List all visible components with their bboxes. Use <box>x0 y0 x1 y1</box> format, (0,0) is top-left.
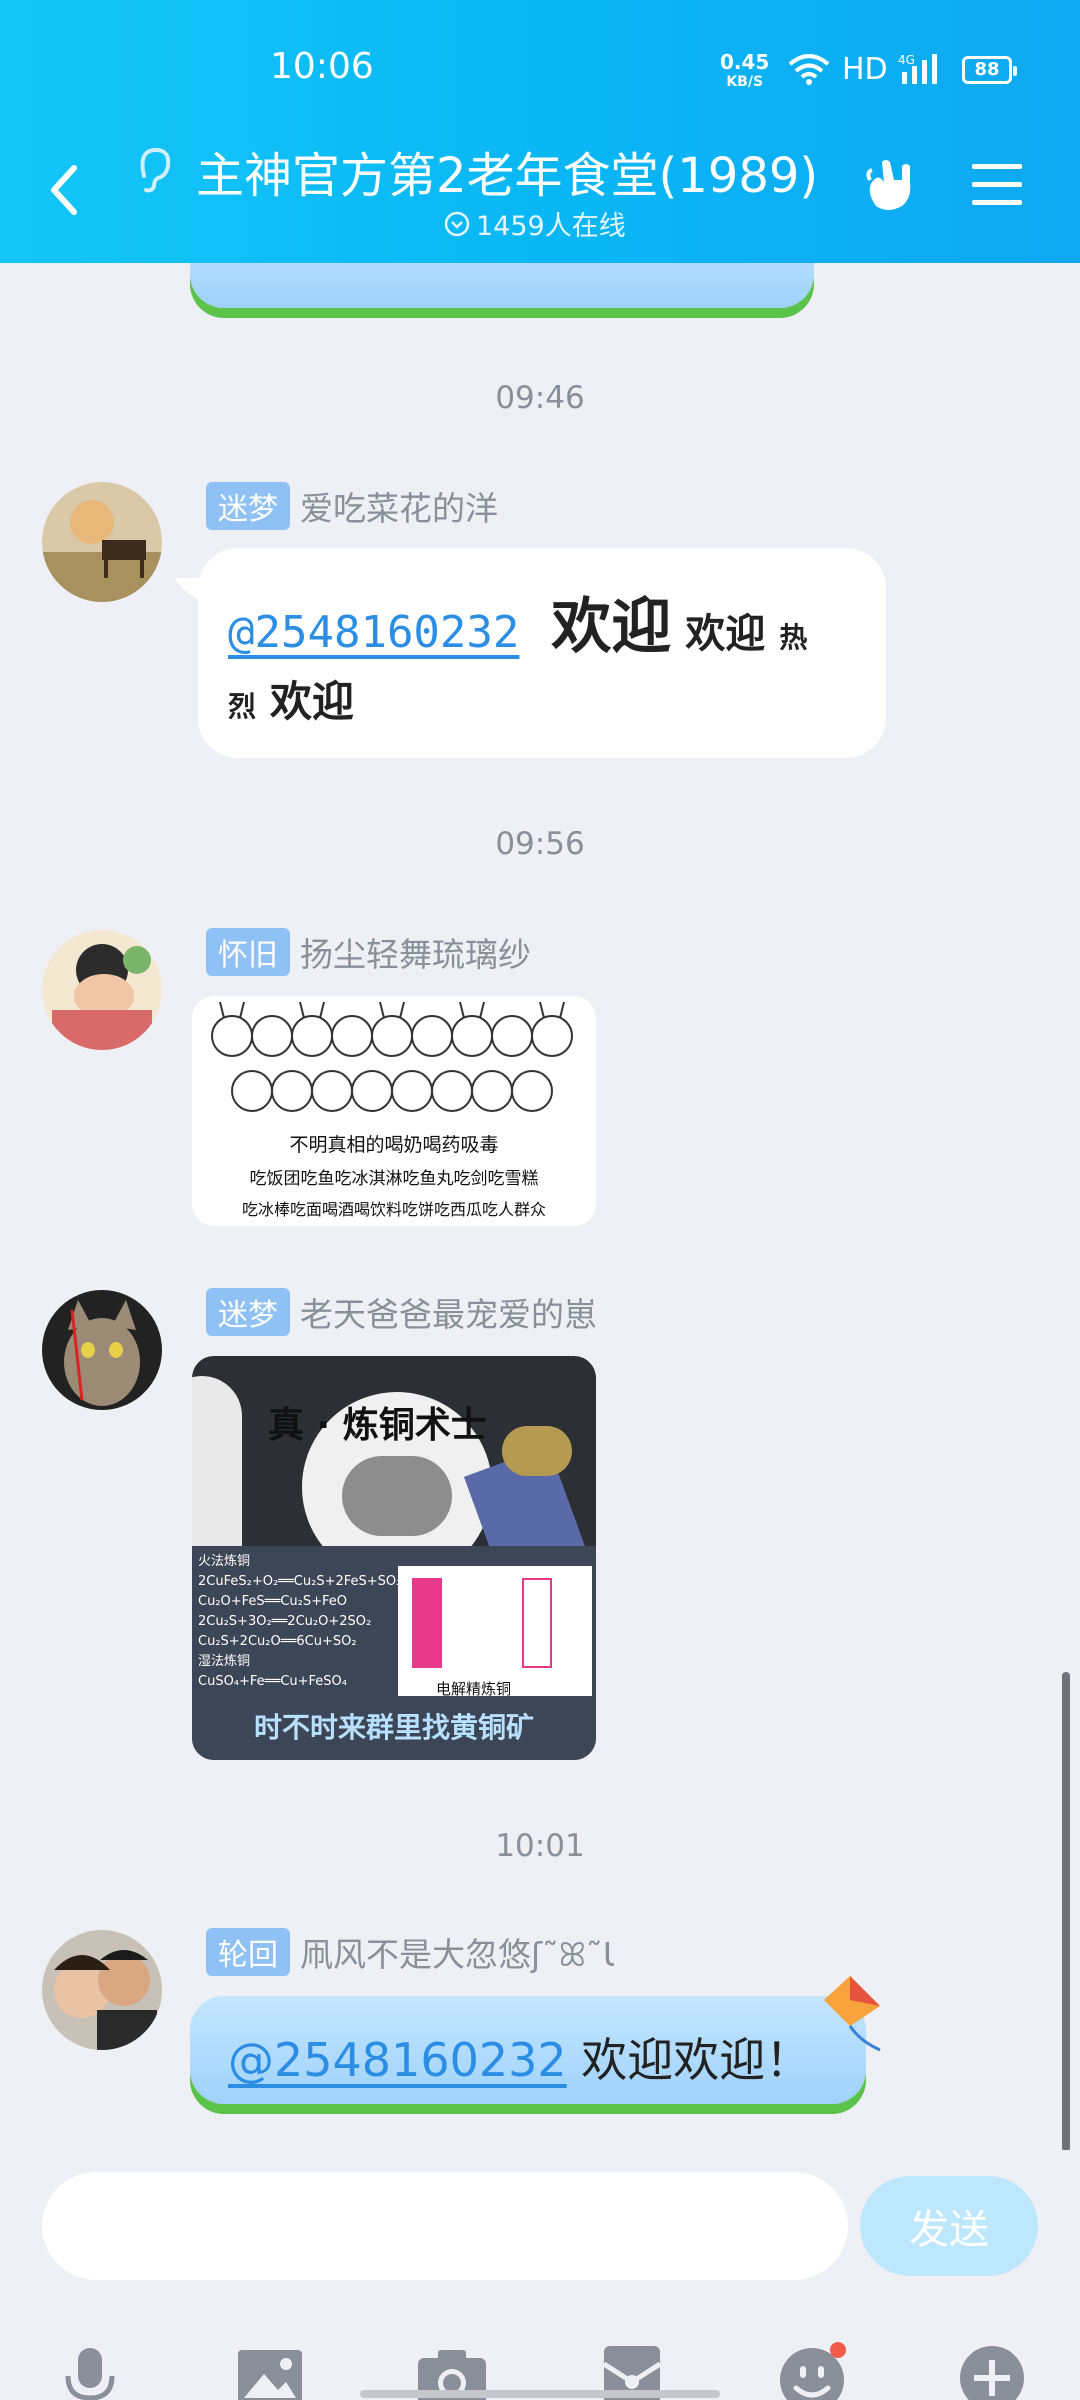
sender-nickname[interactable]: 凧风不是大忽悠ʃ˜ꕤ˜Ɩ <box>300 1928 614 1976</box>
formula-text: 2CuFeS₂+O₂══Cu₂S+2FeS+SO₂ <box>198 1574 402 1589</box>
sender-nickname[interactable]: 扬尘轻舞琉璃纱 <box>300 928 531 976</box>
formula-text: 2Cu₂S+3O₂══2Cu₂O+2SO₂ <box>198 1614 372 1629</box>
chat-header: 10:06 0.45 KB/S HD 4G 88 主神官方第2老年食堂(1989… <box>0 0 1080 263</box>
scrollbar[interactable] <box>1062 1672 1070 2152</box>
signal-icon: 4G <box>898 53 937 84</box>
avatar[interactable] <box>42 930 162 1050</box>
sticker-caption: 不明真相的喝奶喝药吸毒 <box>289 1134 499 1156</box>
hd-indicator: HD <box>842 52 888 87</box>
sender-nickname[interactable]: 爱吃菜花的洋 <box>300 482 498 530</box>
mention-link[interactable]: @2548160232 <box>228 2033 567 2087</box>
message-timestamp: 10:01 <box>495 1828 585 1864</box>
message-bubble[interactable]: @2548160232 欢迎欢迎！ <box>190 1996 866 2104</box>
network-speed-unit: KB/S <box>726 74 764 90</box>
member-title-badge: 迷梦 <box>206 1288 290 1336</box>
message-text: 欢迎 <box>551 592 672 662</box>
group-title[interactable]: 主神官方第2老年食堂(1989) <box>196 136 818 206</box>
online-count-text: 1459人在线 <box>476 211 626 242</box>
back-icon[interactable] <box>40 160 90 220</box>
message-timestamp: 09:46 <box>495 380 585 416</box>
formula-text: CuSO₄+Fe══Cu+FeSO₄ <box>198 1674 347 1689</box>
network-type: 4G <box>898 53 915 67</box>
message-input[interactable] <box>42 2172 848 2280</box>
online-count[interactable]: 1459人在线 <box>444 204 626 243</box>
member-title-badge: 轮回 <box>206 1928 290 1976</box>
formula-text: Cu₂O+FeS══Cu₂S+FeO <box>198 1594 347 1609</box>
status-bar: 10:06 0.45 KB/S HD 4G 88 <box>0 0 1080 140</box>
sender-nickname[interactable]: 老天爸爸最宠爱的崽 <box>300 1288 597 1336</box>
network-speed: 0.45 KB/S <box>720 52 769 92</box>
avatar[interactable] <box>42 482 162 602</box>
message-bubble[interactable]: @2548160232 欢迎 欢迎 热 烈 欢迎 <box>198 548 886 758</box>
meme-image[interactable]: 真 · 炼铜术士 火法炼铜 2CuFeS₂+O₂══Cu₂S+2FeS+SO₂ … <box>192 1356 596 1760</box>
emoji-icon[interactable] <box>772 2338 852 2400</box>
network-speed-value: 0.45 <box>720 50 770 74</box>
meme-caption: 时不时来群里找黄铜矿 <box>253 1711 534 1744</box>
wifi-icon <box>788 54 830 85</box>
ear-icon[interactable] <box>134 146 174 196</box>
avatar[interactable] <box>42 1290 162 1410</box>
meme-title: 真 · 炼铜术士 <box>268 1405 487 1446</box>
sticker-caption: 吃饭团吃鱼吃冰淇淋吃鱼丸吃剑吃雪糕 <box>249 1169 539 1189</box>
formula-text: 湿法炼铜 <box>198 1654 251 1669</box>
message-text: 欢迎 <box>270 677 355 726</box>
avatar[interactable] <box>42 1930 162 2050</box>
hand-gesture-icon[interactable] <box>858 152 922 216</box>
menu-icon[interactable] <box>970 160 1024 210</box>
member-title-badge: 迷梦 <box>206 482 290 530</box>
send-button[interactable]: 发送 <box>860 2176 1038 2276</box>
plus-icon[interactable] <box>952 2338 1032 2400</box>
input-area: 发送 <box>0 2150 1080 2400</box>
chevron-down-icon <box>444 211 470 236</box>
member-title-badge: 怀旧 <box>206 928 290 976</box>
formula-text: Cu₂S+2Cu₂O══6Cu+SO₂ <box>198 1634 357 1649</box>
formula-text: 火法炼铜 <box>198 1554 251 1569</box>
sticker-image[interactable]: 不明真相的喝奶喝药吸毒 吃饭团吃鱼吃冰淇淋吃鱼丸吃剑吃雪糕 吃冰棒吃面喝酒喝饮料… <box>192 996 596 1226</box>
message-text: 热 <box>779 621 808 654</box>
sticker-caption: 吃冰棒吃面喝酒喝饮料吃饼吃西瓜吃人群众 <box>241 1200 546 1219</box>
home-indicator[interactable] <box>360 2390 720 2398</box>
rabbit-crowd-illustration <box>211 1001 573 1112</box>
kite-icon <box>824 1976 881 2052</box>
status-time: 10:06 <box>270 46 374 87</box>
notification-dot <box>830 2342 846 2358</box>
chat-message-list[interactable]: 09:46 迷梦 爱吃菜花的洋 @2548160232 欢迎 欢迎 热 烈 欢迎… <box>0 0 1080 2170</box>
battery-indicator: 88 <box>962 56 1017 84</box>
message-text: 烈 <box>228 690 257 723</box>
diagram-caption: 电解精炼铜 <box>436 1680 512 1698</box>
message-timestamp: 09:56 <box>495 826 585 862</box>
message-text: 欢迎 <box>685 611 766 657</box>
mic-icon[interactable] <box>50 2338 130 2400</box>
image-icon[interactable] <box>230 2338 310 2400</box>
mention-link[interactable]: @2548160232 <box>228 607 519 658</box>
message-text: 欢迎欢迎！ <box>566 2033 812 2087</box>
